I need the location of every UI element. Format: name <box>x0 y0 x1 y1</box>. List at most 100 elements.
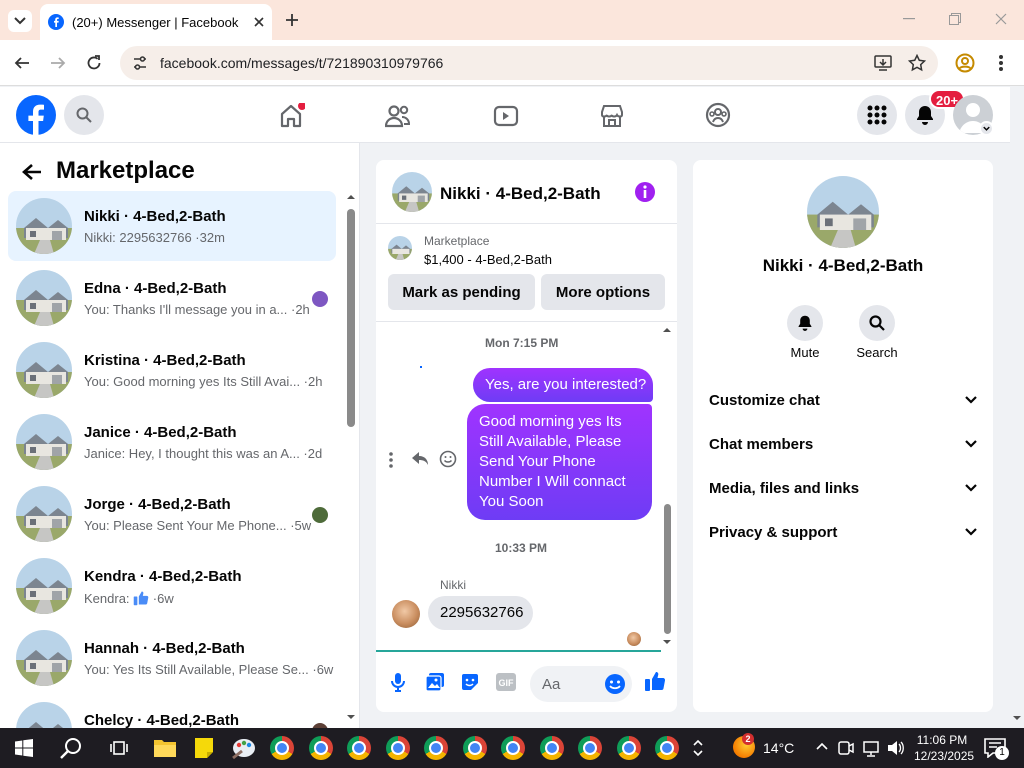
message-input-placeholder: Aa <box>542 676 561 693</box>
microphone-icon[interactable] <box>390 672 406 692</box>
site-settings-icon[interactable] <box>132 56 148 70</box>
chrome-window-icon[interactable] <box>424 736 448 760</box>
profile-icon[interactable] <box>955 53 975 73</box>
chrome-window-icon[interactable] <box>386 736 410 760</box>
details-avatar[interactable] <box>807 176 879 248</box>
sender-avatar[interactable] <box>392 600 420 628</box>
react-emoji-icon[interactable] <box>439 450 457 468</box>
conversation-row[interactable]: Jorge · 4-Bed,2-Bath You: Please Sent You… <box>8 479 336 549</box>
photo-icon[interactable] <box>425 672 445 692</box>
taskbar-overflow-icon[interactable] <box>693 738 703 758</box>
taskbar-search-icon[interactable] <box>60 737 82 759</box>
browser-tab[interactable]: (20+) Messenger | Facebook <box>40 4 272 40</box>
info-icon[interactable] <box>634 181 656 203</box>
scrollbar-thumb[interactable] <box>347 209 355 427</box>
task-view-icon[interactable] <box>110 739 128 757</box>
house-thumbnail-icon <box>388 236 412 260</box>
chrome-window-icon[interactable] <box>501 736 525 760</box>
weather-temperature[interactable]: 14°C <box>763 740 794 756</box>
outgoing-message[interactable]: Good morning yes Its Still Available, Pl… <box>467 404 652 520</box>
bookmark-star-icon[interactable] <box>908 54 926 72</box>
facebook-favicon-icon <box>48 14 64 30</box>
facebook-logo-icon[interactable] <box>16 95 56 135</box>
chrome-window-icon[interactable] <box>270 736 294 760</box>
chrome-window-icon[interactable] <box>463 736 487 760</box>
scrollbar-thumb[interactable] <box>664 504 671 634</box>
seen-avatar <box>312 507 328 523</box>
webcam-icon[interactable] <box>838 739 854 757</box>
listing-thumbnail[interactable] <box>388 236 412 260</box>
paint-app-icon[interactable] <box>231 736 257 760</box>
scroll-down-icon[interactable] <box>663 638 671 646</box>
emoji-icon[interactable] <box>604 673 626 695</box>
system-clock[interactable]: 11:06 PM 12/23/2025 <box>914 732 974 764</box>
scroll-down-icon[interactable] <box>347 713 355 721</box>
mute-button[interactable] <box>787 305 823 341</box>
more-actions-icon[interactable] <box>389 452 393 468</box>
tab-search-button[interactable] <box>8 10 32 32</box>
search-in-conversation-button[interactable] <box>859 305 895 341</box>
show-hidden-icons-icon[interactable] <box>816 742 828 750</box>
media-files-links-section[interactable]: Media, files and links <box>709 480 977 504</box>
network-icon[interactable] <box>862 739 880 757</box>
scroll-up-icon[interactable] <box>663 326 671 334</box>
conversation-row[interactable]: Edna · 4-Bed,2-Bath You: Thanks I'll mess… <box>8 263 336 333</box>
chat-avatar[interactable] <box>392 172 432 212</box>
page-scroll-down-icon[interactable] <box>1013 714 1021 722</box>
chrome-window-icon[interactable] <box>309 736 333 760</box>
install-app-icon[interactable] <box>874 54 892 72</box>
chrome-window-icon[interactable] <box>347 736 371 760</box>
chrome-window-icon[interactable] <box>540 736 564 760</box>
chrome-window-icon[interactable] <box>578 736 602 760</box>
sticker-icon[interactable] <box>460 672 480 692</box>
customize-chat-section[interactable]: Customize chat <box>709 392 977 416</box>
friends-icon[interactable] <box>385 104 411 128</box>
close-window-icon[interactable] <box>995 13 1007 25</box>
account-menu-button[interactable] <box>979 121 994 136</box>
chat-members-section[interactable]: Chat members <box>709 436 977 460</box>
watch-video-icon[interactable] <box>493 104 519 128</box>
scrollbar[interactable] <box>347 193 355 721</box>
reload-icon[interactable] <box>86 55 102 71</box>
message-input[interactable]: Aa <box>530 666 632 702</box>
address-bar[interactable]: facebook.com/messages/t/721890310979766 <box>120 46 938 80</box>
marketplace-icon[interactable] <box>599 103 625 129</box>
groups-icon[interactable] <box>705 102 731 128</box>
back-arrow-icon[interactable] <box>22 163 42 181</box>
more-options-button[interactable]: More options <box>541 274 665 310</box>
conversation-row[interactable]: Kendra · 4-Bed,2-Bath Kendra: ·6w <box>8 551 336 621</box>
chrome-window-icon[interactable] <box>655 736 679 760</box>
weather-alert-badge: 2 <box>742 733 754 745</box>
chat-title[interactable]: Nikki · 4-Bed,2-Bath <box>440 184 601 204</box>
browser-menu-icon[interactable] <box>998 54 1004 72</box>
conversation-row[interactable]: Kristina · 4-Bed,2-Bath You: Good morning… <box>8 335 336 405</box>
menu-grid-button[interactable] <box>857 95 897 135</box>
fb-search-button[interactable] <box>64 95 104 135</box>
minimize-icon[interactable] <box>903 18 915 20</box>
thumbs-up-icon[interactable] <box>644 670 666 692</box>
windows-start-icon[interactable] <box>15 739 33 757</box>
incoming-message[interactable]: 2295632766 <box>428 596 533 630</box>
outgoing-message[interactable]: Yes, are you interested? <box>473 368 653 402</box>
file-explorer-icon[interactable] <box>153 737 177 759</box>
conversation-row[interactable]: Chelcy · 4-Bed,2-Bath <box>8 695 336 728</box>
volume-icon[interactable] <box>886 739 904 757</box>
gif-icon[interactable]: GIF <box>496 673 516 691</box>
close-tab-icon[interactable] <box>254 17 264 27</box>
listing-title[interactable]: $1,400 - 4-Bed,2-Bath <box>424 252 552 267</box>
conversation-row[interactable]: Hannah · 4-Bed,2-Bath You: Yes Its Still … <box>8 623 336 693</box>
forward-arrow-icon[interactable] <box>50 55 66 71</box>
privacy-support-section[interactable]: Privacy & support <box>709 524 977 548</box>
restore-icon[interactable] <box>949 13 961 25</box>
sticky-notes-icon[interactable] <box>194 737 214 759</box>
scroll-up-icon[interactable] <box>347 193 355 201</box>
conversation-row[interactable]: Nikki · 4-Bed,2-Bath Nikki: 2295632766 ·3… <box>8 191 336 261</box>
conversation-row[interactable]: Janice · 4-Bed,2-Bath Janice: Hey, I thou… <box>8 407 336 477</box>
back-arrow-icon[interactable] <box>14 55 30 71</box>
mark-as-pending-button[interactable]: Mark as pending <box>388 274 535 310</box>
new-tab-icon[interactable] <box>284 12 300 28</box>
conversation-avatar <box>16 558 72 614</box>
home-icon[interactable] <box>279 103 305 129</box>
chrome-window-icon[interactable] <box>617 736 641 760</box>
reply-icon[interactable] <box>411 450 429 468</box>
